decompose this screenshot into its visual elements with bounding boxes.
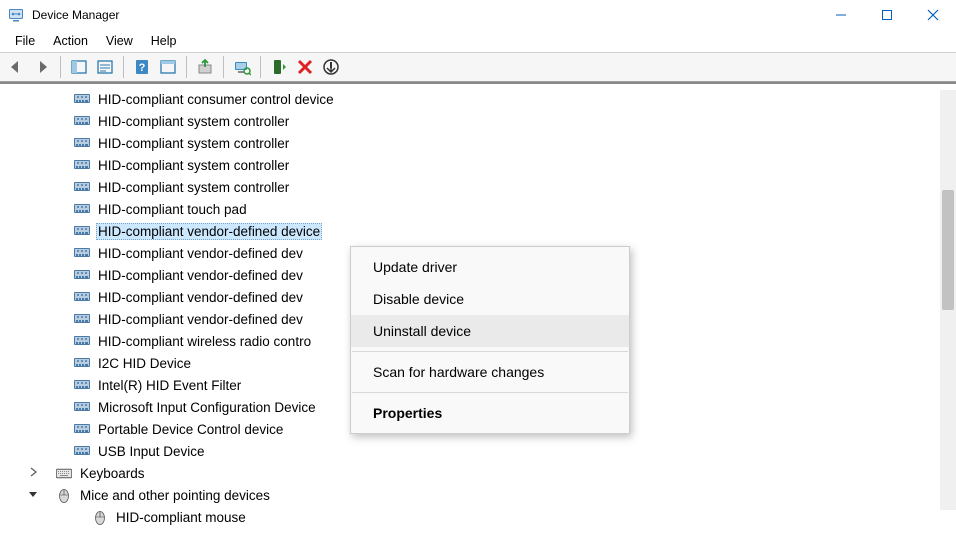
tree-item[interactable]: Mice and other pointing devices bbox=[0, 484, 956, 506]
hid-icon bbox=[74, 355, 90, 371]
hid-icon bbox=[74, 289, 90, 305]
context-menu-disable-device[interactable]: Disable device bbox=[351, 283, 629, 315]
scrollbar-thumb[interactable] bbox=[942, 190, 954, 310]
update-driver-button[interactable] bbox=[193, 55, 217, 79]
toolbar: ? bbox=[0, 52, 956, 82]
tree-item-label: Keyboards bbox=[80, 466, 145, 481]
tree-item-label: I2C HID Device bbox=[98, 356, 191, 371]
hid-icon bbox=[74, 245, 90, 261]
tree-item[interactable]: HID-compliant touch pad bbox=[0, 198, 956, 220]
minimize-button[interactable] bbox=[818, 0, 864, 30]
hid-icon bbox=[74, 91, 90, 107]
tree-item-label: HID-compliant consumer control device bbox=[98, 92, 334, 107]
close-button[interactable] bbox=[910, 0, 956, 30]
menu-bar: File Action View Help bbox=[0, 30, 956, 52]
tree-item[interactable]: HID-compliant system controller bbox=[0, 176, 956, 198]
tree-item-label: HID-compliant vendor-defined dev bbox=[98, 290, 303, 305]
tree-item-label: USB Input Device bbox=[98, 444, 205, 459]
keyboard-icon bbox=[56, 465, 72, 481]
mouse-icon bbox=[56, 487, 72, 503]
tree-item-label: HID-compliant vendor-defined dev bbox=[98, 268, 303, 283]
tree-item[interactable]: HID-compliant system controller bbox=[0, 132, 956, 154]
tree-item[interactable]: HID-compliant system controller bbox=[0, 110, 956, 132]
hid-icon bbox=[74, 223, 90, 239]
svg-text:?: ? bbox=[139, 62, 146, 74]
properties-button[interactable] bbox=[156, 55, 180, 79]
context-menu-properties[interactable]: Properties bbox=[351, 397, 629, 429]
tree-item-label: HID-compliant vendor-defined dev bbox=[98, 246, 303, 261]
hid-icon bbox=[74, 333, 90, 349]
tree-item[interactable]: HID-compliant vendor-defined device bbox=[0, 220, 956, 242]
menu-file[interactable]: File bbox=[6, 32, 44, 50]
hid-icon bbox=[74, 443, 90, 459]
hid-icon bbox=[74, 311, 90, 327]
enable-device-button[interactable] bbox=[267, 55, 291, 79]
window-title: Device Manager bbox=[32, 8, 119, 22]
hid-icon bbox=[74, 201, 90, 217]
hid-icon bbox=[74, 421, 90, 437]
tree-item-label: HID-compliant touch pad bbox=[98, 202, 247, 217]
toolbar-separator bbox=[186, 56, 187, 78]
maximize-button[interactable] bbox=[864, 0, 910, 30]
toolbar-separator bbox=[123, 56, 124, 78]
mouse-icon bbox=[92, 509, 108, 525]
show-hide-console-tree-button[interactable] bbox=[67, 55, 91, 79]
menu-help[interactable]: Help bbox=[142, 32, 186, 50]
tree-item-label: Microsoft Input Configuration Device bbox=[98, 400, 316, 415]
collapse-icon[interactable] bbox=[26, 489, 40, 502]
hid-icon bbox=[74, 267, 90, 283]
context-menu-separator bbox=[352, 392, 628, 393]
tree-item-label: HID-compliant system controller bbox=[98, 180, 289, 195]
scan-hardware-button[interactable] bbox=[230, 55, 254, 79]
tree-item[interactable]: HID-compliant system controller bbox=[0, 154, 956, 176]
menu-action[interactable]: Action bbox=[44, 32, 97, 50]
disable-device-button[interactable] bbox=[319, 55, 343, 79]
vertical-scrollbar[interactable] bbox=[940, 90, 956, 510]
menu-view[interactable]: View bbox=[97, 32, 142, 50]
context-menu: Update driver Disable device Uninstall d… bbox=[350, 246, 630, 434]
hid-icon bbox=[74, 157, 90, 173]
tree-item-label: HID-compliant system controller bbox=[98, 158, 289, 173]
toolbar-separator bbox=[260, 56, 261, 78]
tree-item-label: HID-compliant mouse bbox=[116, 510, 246, 525]
hid-icon bbox=[74, 399, 90, 415]
hid-icon bbox=[74, 377, 90, 393]
hid-icon bbox=[74, 179, 90, 195]
action-menu-button[interactable] bbox=[93, 55, 117, 79]
tree-item-label: HID-compliant vendor-defined dev bbox=[98, 312, 303, 327]
hid-icon bbox=[74, 113, 90, 129]
tree-item-label: HID-compliant wireless radio contro bbox=[98, 334, 311, 349]
tree-item-label: HID-compliant vendor-defined device bbox=[98, 224, 320, 239]
tree-item[interactable]: HID-compliant mouse bbox=[0, 506, 956, 528]
tree-item[interactable]: USB Input Device bbox=[0, 440, 956, 462]
tree-item[interactable]: Keyboards bbox=[0, 462, 956, 484]
back-button[interactable] bbox=[4, 55, 28, 79]
tree-item-label: HID-compliant system controller bbox=[98, 114, 289, 129]
toolbar-separator bbox=[223, 56, 224, 78]
expand-icon[interactable] bbox=[26, 467, 40, 480]
context-menu-separator bbox=[352, 351, 628, 352]
tree-item-label: Mice and other pointing devices bbox=[80, 488, 270, 503]
forward-button[interactable] bbox=[30, 55, 54, 79]
title-bar: Device Manager bbox=[0, 0, 956, 30]
context-menu-update-driver[interactable]: Update driver bbox=[351, 251, 629, 283]
tree-item-label: Intel(R) HID Event Filter bbox=[98, 378, 241, 393]
context-menu-scan-hardware[interactable]: Scan for hardware changes bbox=[351, 356, 629, 388]
toolbar-separator bbox=[60, 56, 61, 78]
uninstall-device-button[interactable] bbox=[293, 55, 317, 79]
tree-item-label: Portable Device Control device bbox=[98, 422, 283, 437]
tree-item-label: HID-compliant system controller bbox=[98, 136, 289, 151]
app-icon bbox=[8, 7, 24, 23]
tree-item[interactable]: HID-compliant consumer control device bbox=[0, 88, 956, 110]
hid-icon bbox=[74, 135, 90, 151]
context-menu-uninstall-device[interactable]: Uninstall device bbox=[351, 315, 629, 347]
help-button[interactable]: ? bbox=[130, 55, 154, 79]
